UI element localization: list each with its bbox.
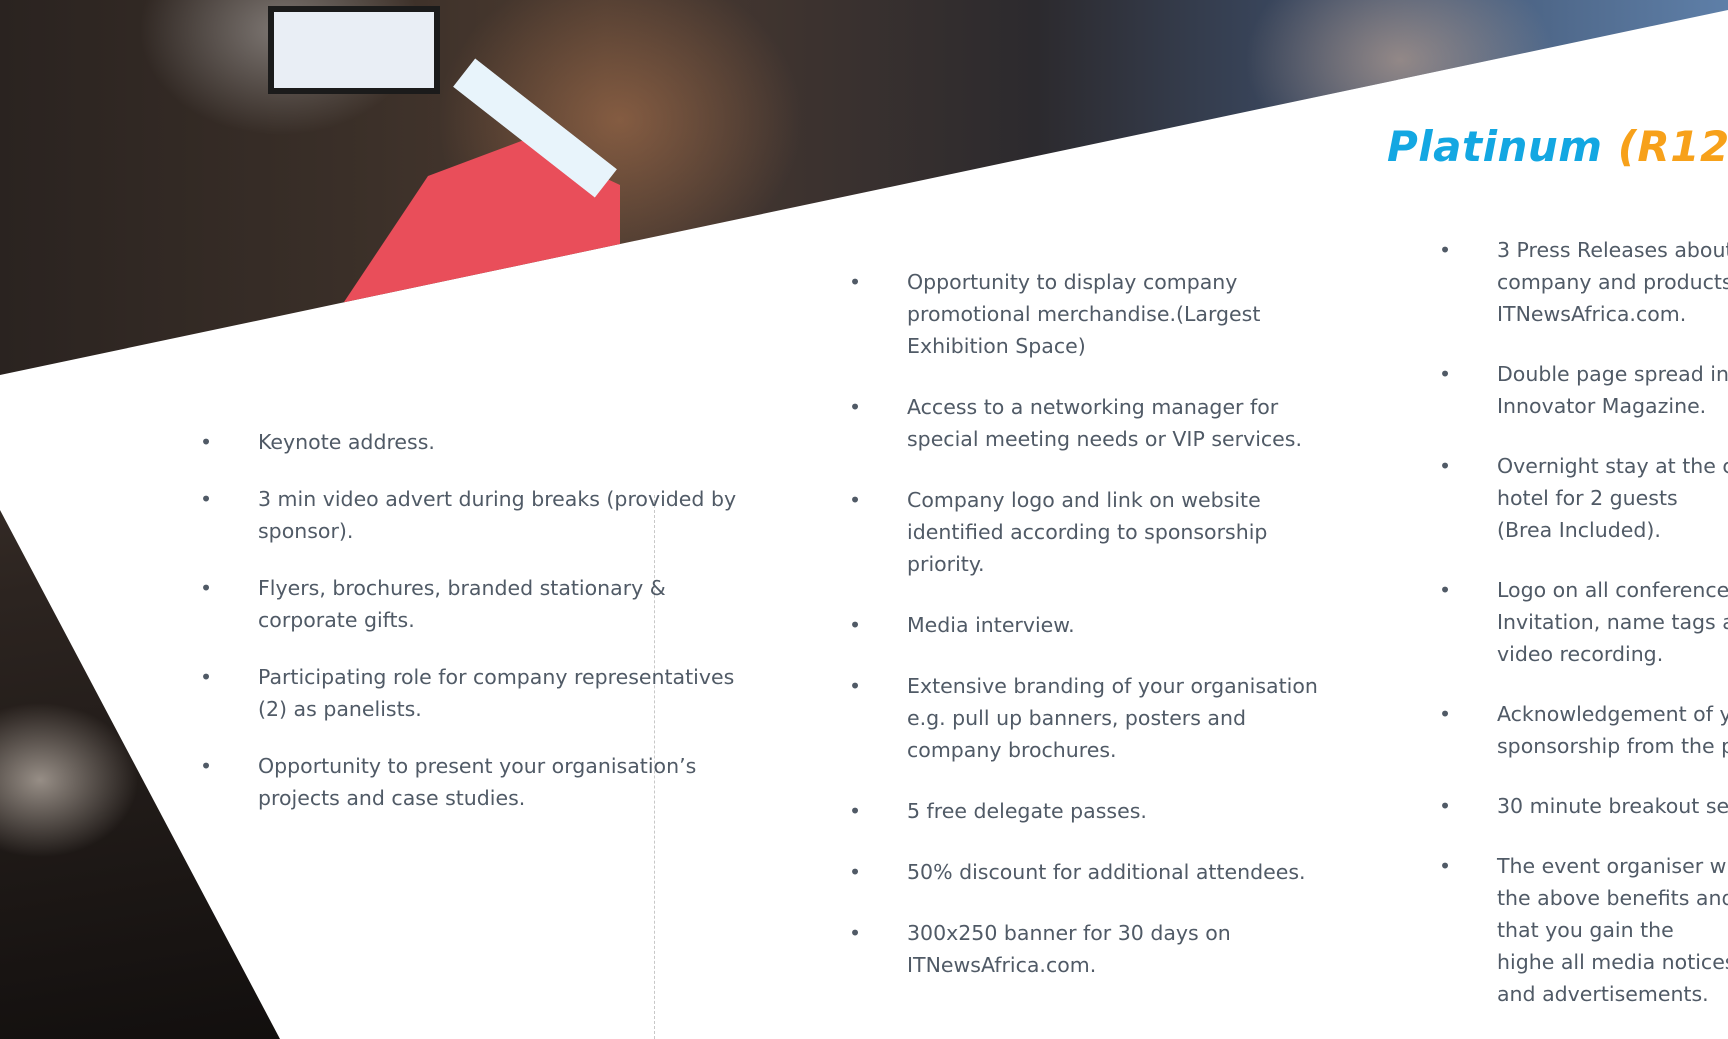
list-item: Opportunity to present your organisation… — [198, 750, 738, 814]
list-item: Flyers, brochures, branded stationary & … — [198, 572, 738, 636]
list-item: Media interview. — [847, 609, 1322, 641]
list-item: Acknowledgement of y sponsorship from th… — [1437, 698, 1728, 762]
list-item: Double page spread in Innovator Magazine… — [1437, 358, 1728, 422]
list-item: Company logo and link on website identif… — [847, 484, 1322, 580]
package-name: Platinum — [1387, 122, 1618, 171]
list-item: 300x250 banner for 30 days on ITNewsAfri… — [847, 917, 1322, 981]
benefits-list-2: Opportunity to display company promotion… — [847, 266, 1322, 1010]
list-item: 3 Press Releases about company and produ… — [1437, 234, 1728, 330]
list-item: 50% discount for additional attendees. — [847, 856, 1322, 888]
tv-screen — [268, 6, 440, 94]
list-item: Overnight stay at the c hotel for 2 gues… — [1437, 450, 1728, 546]
list-item: 3 min video advert during breaks (provid… — [198, 483, 738, 547]
list-item: Opportunity to display company promotion… — [847, 266, 1322, 362]
package-title: Platinum (R125 9 — [1387, 122, 1728, 171]
list-item: Keynote address. — [198, 426, 738, 458]
package-price: (R125 9 — [1617, 122, 1728, 171]
list-item: Logo on all conference Invitation, name … — [1437, 574, 1728, 670]
list-item: 5 free delegate passes. — [847, 795, 1322, 827]
list-item: Extensive branding of your organisation … — [847, 670, 1322, 766]
benefits-list-1: Keynote address. 3 min video advert duri… — [198, 426, 738, 839]
list-item: The event organiser wi the above benefit… — [1437, 850, 1728, 1010]
list-item: Participating role for company represent… — [198, 661, 738, 725]
benefits-list-3: 3 Press Releases about company and produ… — [1437, 234, 1728, 1038]
list-item: Access to a networking manager for speci… — [847, 391, 1322, 455]
list-item: 30 minute breakout se — [1437, 790, 1728, 822]
